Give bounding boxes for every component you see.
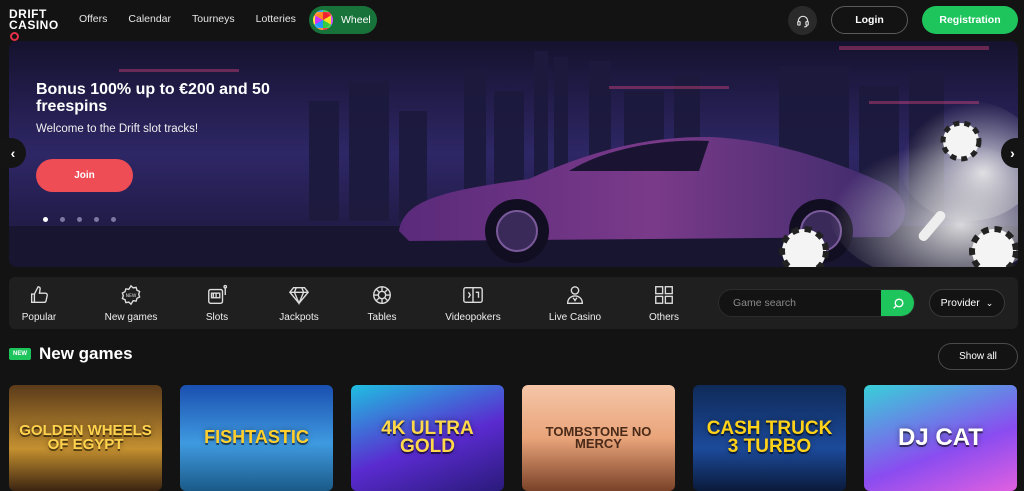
nav-calendar[interactable]: Calendar	[128, 13, 171, 25]
support-button[interactable]	[788, 6, 817, 35]
login-button[interactable]: Login	[831, 6, 908, 34]
category-slots[interactable]: Slots	[194, 277, 240, 329]
top-header: DRIFT CASINO Offers Calendar Tourneys Lo…	[0, 0, 1024, 42]
search-icon	[892, 297, 904, 309]
main-nav: Offers Calendar Tourneys Lotteries	[79, 13, 317, 25]
slider-next-button[interactable]: ›	[1001, 138, 1024, 168]
game-card[interactable]: DJ CAT	[864, 385, 1017, 491]
category-popular[interactable]: Popular	[14, 277, 64, 329]
nav-tourneys[interactable]: Tourneys	[192, 13, 235, 25]
nav-lotteries[interactable]: Lotteries	[256, 13, 296, 25]
category-label: Popular	[21, 311, 57, 323]
provider-dropdown[interactable]: Provider ⌄	[929, 289, 1005, 317]
category-label: Slots	[205, 311, 229, 323]
hero-artwork	[9, 41, 1018, 267]
thumbs-up-icon	[30, 285, 48, 303]
new-games-header: NEW New games	[9, 344, 133, 364]
logo[interactable]: DRIFT CASINO	[9, 8, 65, 42]
section-title: New games	[39, 344, 133, 363]
new-badge-icon: NEW	[121, 284, 141, 305]
game-card[interactable]: 4K ULTRA GOLD	[351, 385, 504, 491]
game-title: CASH TRUCK 3 TURBO	[706, 417, 833, 457]
hero-banner: Bonus 100% up to €200 and 50 freespins W…	[9, 41, 1018, 267]
category-tables[interactable]: Tables	[359, 277, 405, 329]
games-row: GOLDEN WHEELS OF EGYPT FISHTASTIC 4K ULT…	[9, 385, 1024, 491]
category-label: Jackpots	[279, 311, 319, 323]
category-new-games[interactable]: NEW New games	[99, 277, 163, 329]
category-label: Videopokers	[445, 311, 501, 323]
svg-text:NEW: NEW	[126, 292, 137, 298]
game-title: GOLDEN WHEELS OF EGYPT	[19, 421, 152, 453]
category-label: Live Casino	[548, 311, 602, 323]
game-title: DJ CAT	[898, 423, 983, 451]
game-search-input[interactable]	[719, 290, 881, 316]
category-label: Tables	[367, 311, 397, 323]
slide-dot-2[interactable]	[60, 217, 65, 222]
slider-dots	[43, 217, 116, 222]
game-card[interactable]: CASH TRUCK 3 TURBO	[693, 385, 846, 491]
slide-dot-5[interactable]	[111, 217, 116, 222]
new-badge: NEW	[9, 348, 31, 360]
category-others[interactable]: Others	[645, 277, 683, 329]
game-title: 4K ULTRA GOLD	[381, 417, 474, 457]
slot-machine-icon	[208, 284, 228, 304]
slide-dot-4[interactable]	[94, 217, 99, 222]
search-button[interactable]	[881, 290, 914, 316]
hero-title: Bonus 100% up to €200 and 50 freespins	[36, 81, 270, 115]
hero-subtitle: Welcome to the Drift slot tracks!	[36, 123, 199, 135]
provider-label: Provider	[940, 297, 980, 309]
fortune-wheel-icon	[313, 10, 333, 30]
category-label: Others	[648, 311, 679, 323]
category-label: New games	[104, 311, 158, 323]
grid-icon	[655, 285, 673, 304]
game-card[interactable]: TOMBSTONE NO MERCY	[522, 385, 675, 491]
game-title: FISHTASTIC	[204, 427, 309, 448]
game-card[interactable]: GOLDEN WHEELS OF EGYPT	[9, 385, 162, 491]
chevron-left-icon: ‹	[10, 145, 16, 161]
game-card[interactable]: FISHTASTIC	[180, 385, 333, 491]
cards-icon	[463, 286, 483, 303]
game-search	[718, 289, 915, 317]
slide-dot-1[interactable]	[43, 217, 48, 222]
category-jackpots[interactable]: Jackpots	[274, 277, 324, 329]
logo-line-2: CASINO	[9, 18, 59, 32]
page: DRIFT CASINO Offers Calendar Tourneys Lo…	[0, 0, 1024, 491]
slide-dot-3[interactable]	[77, 217, 82, 222]
headset-icon	[796, 15, 809, 27]
chevron-right-icon: ›	[1010, 145, 1015, 161]
category-live-casino[interactable]: Live Casino	[547, 277, 603, 329]
nav-offers[interactable]: Offers	[79, 13, 107, 25]
chip-icon	[10, 32, 19, 41]
chevron-down-icon: ⌄	[985, 297, 994, 308]
join-button[interactable]: Join	[36, 159, 133, 192]
registration-button[interactable]: Registration	[922, 6, 1018, 34]
category-videopokers[interactable]: Videopokers	[443, 277, 503, 329]
wheel-label: Wheel	[341, 14, 371, 26]
show-all-button[interactable]: Show all	[938, 343, 1018, 370]
diamond-icon	[288, 286, 310, 305]
game-title: TOMBSTONE NO MERCY	[545, 423, 652, 451]
category-bar: Popular NEW New games Slots Jackpots Tab…	[9, 277, 1018, 329]
dealer-icon	[566, 285, 584, 304]
wheel-button[interactable]: Wheel	[309, 6, 377, 34]
roulette-icon	[373, 285, 391, 304]
